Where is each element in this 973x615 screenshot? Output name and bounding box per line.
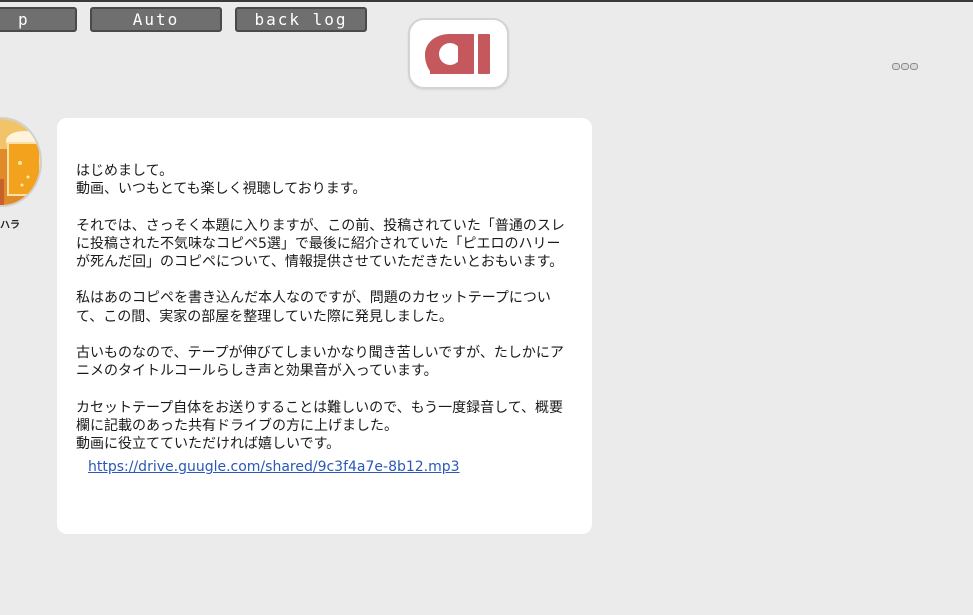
message-line: 動画に役立てていただければ嬉しいです。 (76, 435, 341, 452)
more-dots-icon[interactable] (892, 63, 918, 71)
message-body: はじめまして。 動画、いつもとても楽しく視聴しております。 それでは、さっそく本… (76, 162, 581, 471)
dot-icon (901, 63, 909, 70)
sender-name: ハラ (0, 220, 20, 231)
backlog-button[interactable]: back log (235, 7, 367, 32)
message-paragraph: はじめまして。 動画、いつもとても楽しく視聴しております。 (76, 162, 581, 198)
dot-icon (892, 63, 900, 70)
message-bubble: はじめまして。 動画、いつもとても楽しく視聴しております。 それでは、さっそく本… (57, 118, 592, 534)
message-line: 古いものなので、テープが伸びてしまいかなり聞き苦しいですが、たしかにア (76, 344, 564, 361)
app-logo (408, 18, 509, 89)
message-line: それでは、さっそく本題に入りますが、この前、投稿されていた「普通のスレ (76, 217, 565, 234)
message-line: 動画、いつもとても楽しく視聴しております。 (76, 181, 367, 198)
message-line: カセットテープ自体をお送りすることは難しいので、もう一度録音して、概要 (76, 399, 564, 416)
message-paragraph: それでは、さっそく本題に入りますが、この前、投稿されていた「普通のスレ に投稿さ… (76, 217, 581, 272)
dot-icon (910, 63, 918, 70)
message-paragraph: 古いものなので、テープが伸びてしまいかなり聞き苦しいですが、たしかにア ニメのタ… (76, 344, 581, 380)
beer-avatar-icon (0, 117, 42, 207)
message-line: 私はあのコピペを書き込んだ本人なのですが、問題のカセットテープについ (76, 290, 551, 307)
message-paragraph: 私はあのコピペを書き込んだ本人なのですが、問題のカセットテープについ て、この間… (76, 289, 581, 325)
message-line: に投稿された不気味なコピペ5選」で最後に紹介されていた「ピエロのハリー (76, 235, 561, 252)
message-paragraph: カセットテープ自体をお送りすることは難しいので、もう一度録音して、概要 欄に記載… (76, 399, 581, 454)
message-line: はじめまして。 (76, 163, 174, 179)
message-line: が死んだ回」のコピペについて、情報提供させていただきたいとおもいます。 (76, 254, 564, 270)
auto-button[interactable]: Auto (90, 7, 222, 32)
message-line: て、この間、実家の部屋を整理していた際に発見しました。 (76, 308, 453, 325)
top-border (0, 0, 973, 2)
message-line: ニメのタイトルコールらしき声と効果音が入っています。 (76, 363, 438, 380)
message-line: 欄に記載のあった共有ドライブの方に上げました。 (76, 417, 398, 434)
skip-button[interactable]: p (0, 7, 77, 32)
ghost-pause-logo-icon (425, 34, 490, 74)
drive-link[interactable]: https://drive.guugle.com/shared/9c3f4a7e… (88, 459, 460, 475)
